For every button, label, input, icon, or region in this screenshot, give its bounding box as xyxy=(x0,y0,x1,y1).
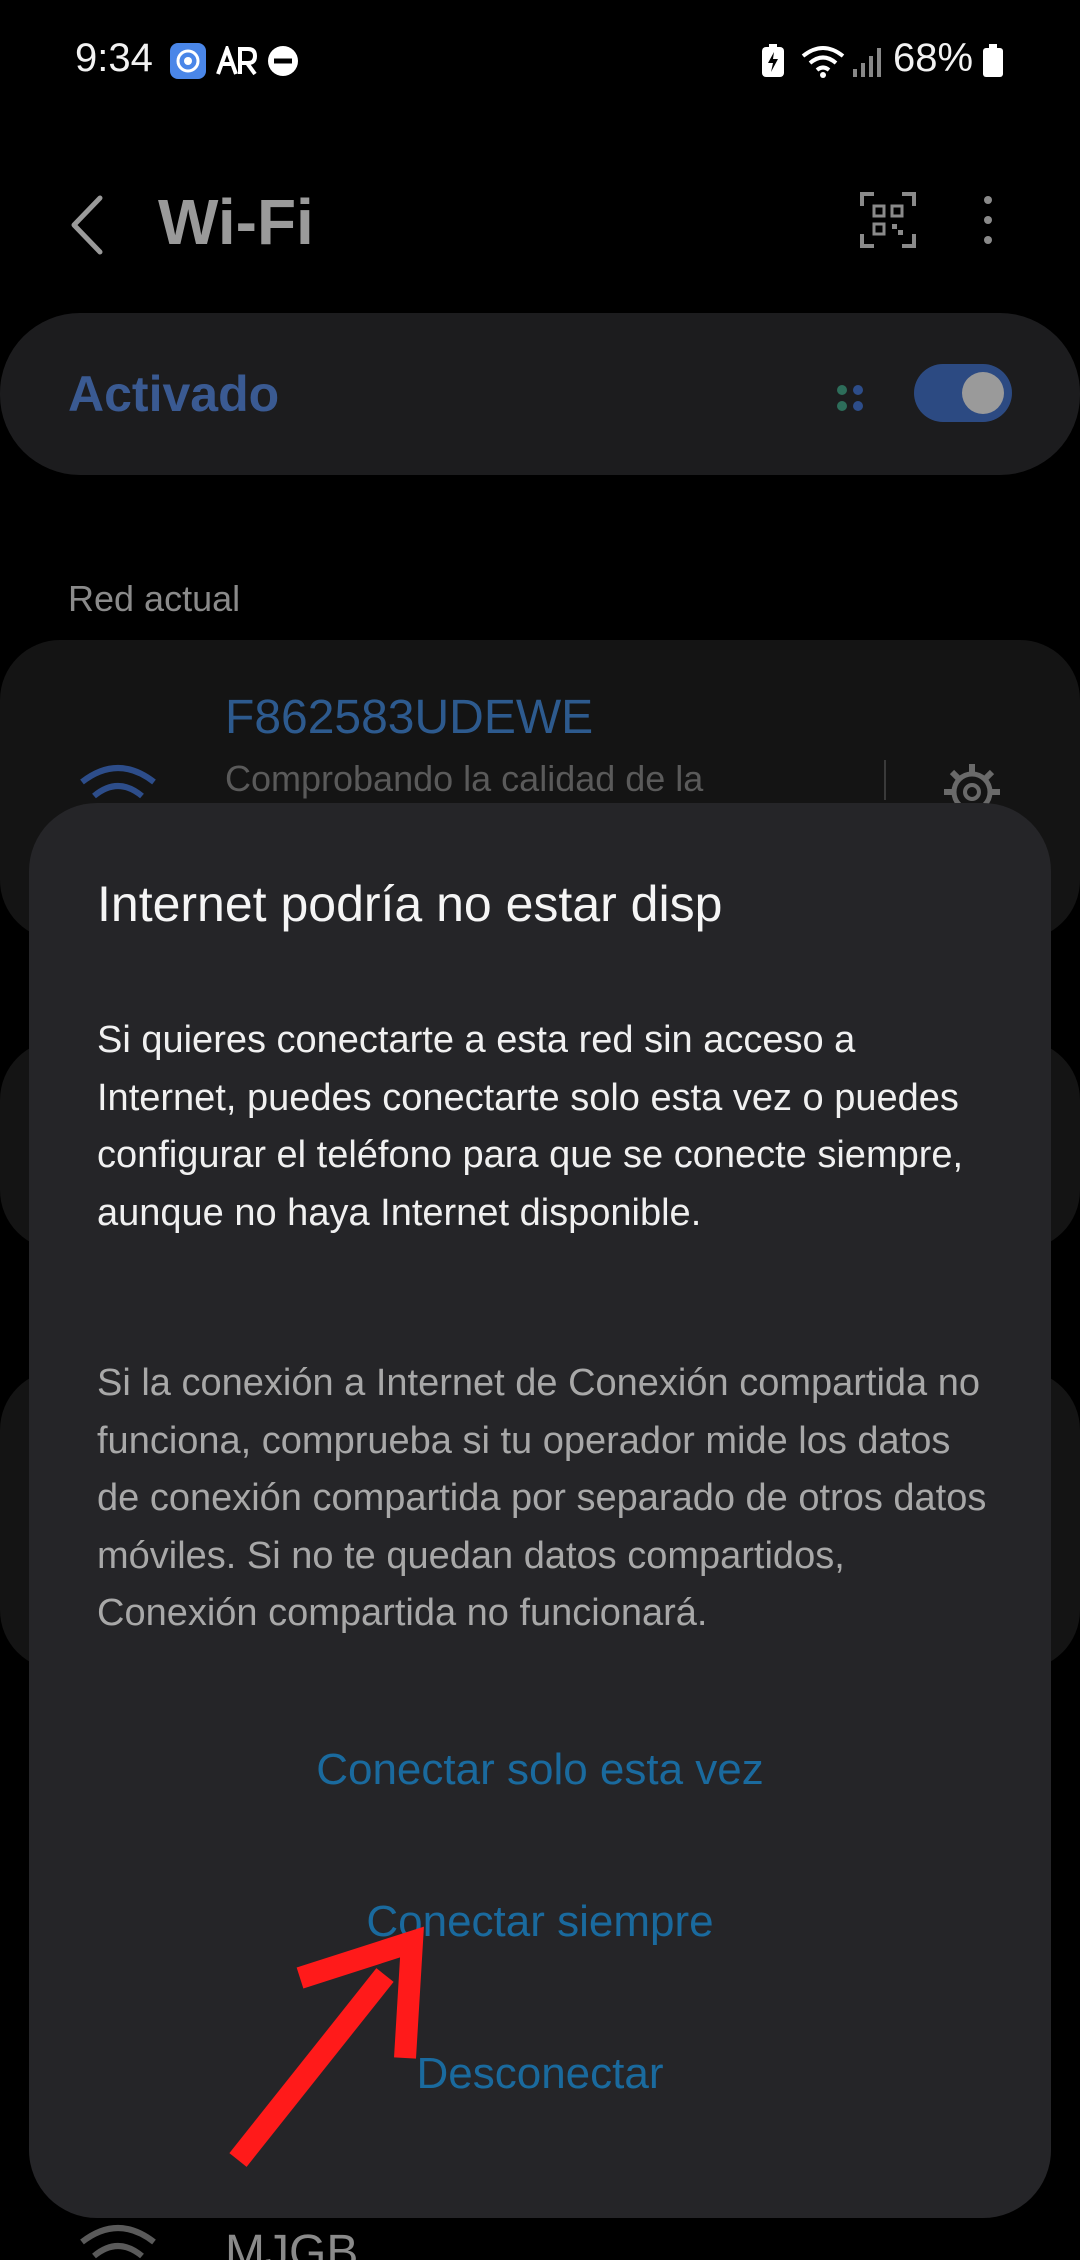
back-button[interactable] xyxy=(60,190,120,260)
status-time: 9:34 xyxy=(75,36,153,80)
dialog-title: Internet podría no estar disp xyxy=(97,876,723,932)
wifi-toggle-label: Activado xyxy=(68,366,280,422)
cell-signal-icon xyxy=(850,42,884,80)
network-name: MJGB xyxy=(225,2226,359,2260)
more-vertical-icon xyxy=(984,196,992,244)
dialog-body-primary: Si quieres conectarte a esta red sin acc… xyxy=(97,1019,964,1234)
status-bar: 9:34 68% xyxy=(0,0,1080,120)
app-notification-icon xyxy=(168,42,208,80)
switch-knob xyxy=(962,372,1004,414)
chevron-left-icon xyxy=(71,195,103,255)
connect-once-button[interactable]: Conectar solo esta vez xyxy=(29,1745,1051,1795)
more-options-button[interactable] xyxy=(975,192,1001,248)
wifi-icon xyxy=(78,2220,158,2260)
page-title: Wi-Fi xyxy=(158,186,314,258)
disconnect-button[interactable]: Desconectar xyxy=(29,2049,1051,2099)
current-network-name: F862583UDEWE xyxy=(225,691,594,744)
battery-saver-icon xyxy=(760,42,786,80)
wifi-toggle-switch[interactable] xyxy=(914,364,1012,422)
qr-scan-icon xyxy=(860,192,916,248)
current-network-section-label: Red actual xyxy=(68,578,241,619)
qr-scan-button[interactable] xyxy=(860,192,916,248)
battery-icon xyxy=(980,42,1006,80)
connect-always-button[interactable]: Conectar siempre xyxy=(29,1897,1051,1947)
wifi-signal-icon xyxy=(800,42,846,80)
wifi-dots-icon xyxy=(832,380,868,416)
ar-icon xyxy=(214,42,258,80)
current-network-status: Comprobando la calidad de la xyxy=(225,758,704,799)
divider xyxy=(884,760,886,800)
dialog-body-secondary: Si la conexión a Internet de Conexión co… xyxy=(97,1362,987,1634)
battery-percentage: 68% xyxy=(893,36,974,80)
do-not-disturb-icon xyxy=(266,42,300,80)
